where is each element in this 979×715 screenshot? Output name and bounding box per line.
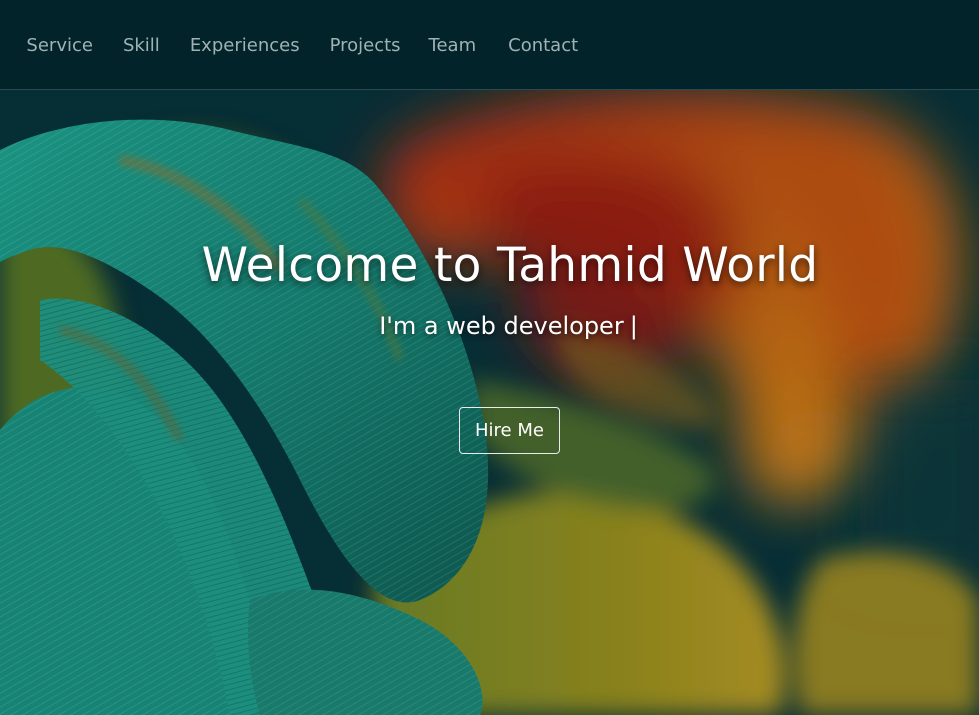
nav-menu: n Service Skill Experiences Projects Tea…: [0, 0, 608, 90]
nav-item-service[interactable]: Service: [26, 35, 93, 56]
nav-item-experiences[interactable]: Experiences: [190, 35, 300, 56]
hire-me-button[interactable]: Hire Me: [459, 407, 560, 454]
nav-item-skill[interactable]: Skill: [123, 35, 160, 56]
nav-item-team[interactable]: Team: [429, 35, 477, 56]
nav-item-contact[interactable]: Contact: [508, 35, 578, 56]
typing-cursor: |: [629, 312, 638, 340]
page: n Service Skill Experiences Projects Tea…: [0, 0, 979, 715]
hero-title: Welcome to Tahmid World: [201, 238, 819, 293]
hero-background-image: [0, 0, 979, 715]
top-navbar: n Service Skill Experiences Projects Tea…: [0, 0, 979, 90]
hero-subtitle-text: I'm a web developer: [379, 312, 624, 340]
hero-subtitle: I'm a web developer |: [0, 312, 979, 340]
nav-item-projects[interactable]: Projects: [330, 35, 401, 56]
